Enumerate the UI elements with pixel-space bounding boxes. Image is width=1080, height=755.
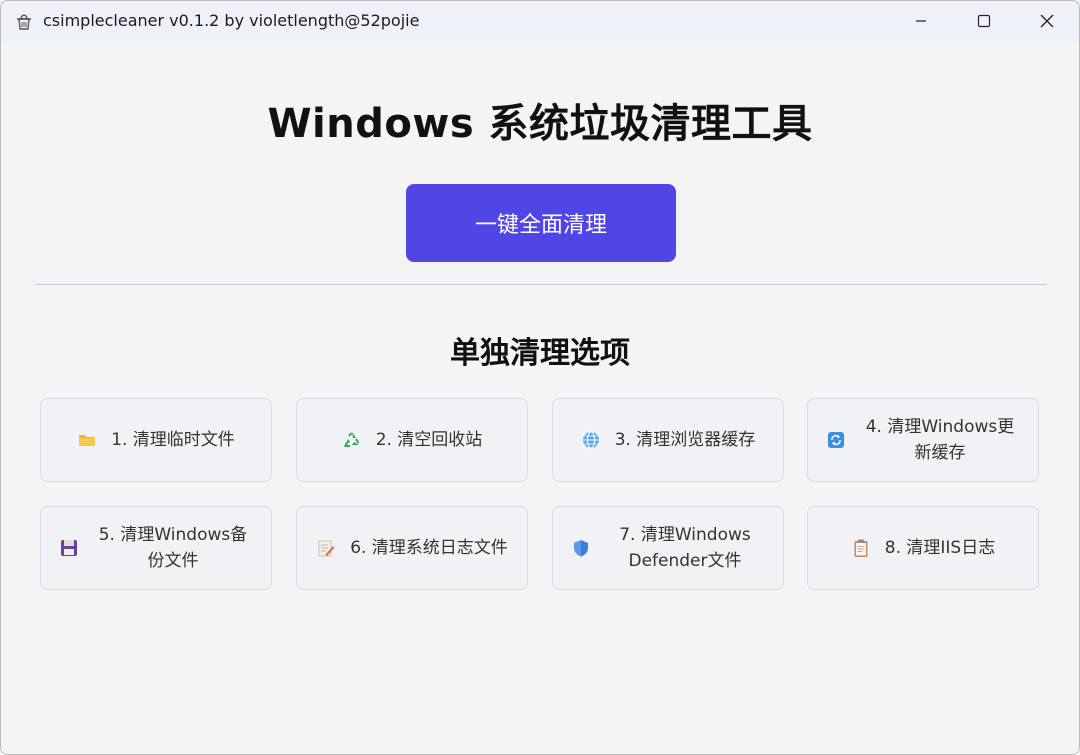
option-label: 1. 清理临时文件 xyxy=(111,430,235,450)
close-button[interactable] xyxy=(1017,1,1077,41)
option-clean-windows-defender[interactable]: 7. 清理Windows Defender文件 xyxy=(552,506,784,590)
main-content: Windows 系统垃圾清理工具 一键全面清理 单独清理选项 1. 清理临时文件 xyxy=(1,41,1079,754)
page-title: Windows 系统垃圾清理工具 xyxy=(267,101,813,147)
option-empty-recycle-bin[interactable]: 2. 清空回收站 xyxy=(296,398,528,482)
option-label: 2. 清空回收站 xyxy=(375,430,483,450)
option-label: 8. 清理IIS日志 xyxy=(884,538,996,558)
minimize-icon xyxy=(916,20,926,22)
recycle-icon xyxy=(342,430,362,450)
section-title: 单独清理选项 xyxy=(450,336,630,371)
window-title: csimplecleaner v0.1.2 by violetlength@52… xyxy=(43,11,420,30)
folder-icon xyxy=(77,430,97,450)
option-clean-temp-files[interactable]: 1. 清理临时文件 xyxy=(40,398,272,482)
option-clean-iis-logs[interactable]: 8. 清理IIS日志 xyxy=(807,506,1039,590)
divider xyxy=(35,284,1047,285)
memo-icon xyxy=(316,538,336,558)
maximize-icon xyxy=(977,14,991,28)
close-icon xyxy=(1040,14,1054,28)
minimize-button[interactable] xyxy=(891,1,951,41)
update-icon xyxy=(826,430,846,450)
title-bar[interactable]: csimplecleaner v0.1.2 by violetlength@52… xyxy=(1,1,1079,41)
broom-basket-icon xyxy=(13,10,35,32)
option-clean-browser-cache[interactable]: 3. 清理浏览器缓存 xyxy=(552,398,784,482)
one-click-clean-button[interactable]: 一键全面清理 xyxy=(406,184,676,262)
option-clean-windows-update-cache[interactable]: 4. 清理Windows更新缓存 xyxy=(807,398,1039,482)
option-clean-system-logs[interactable]: 6. 清理系统日志文件 xyxy=(296,506,528,590)
clipboard-icon xyxy=(851,538,871,558)
option-label: 7. 清理Windows Defender文件 xyxy=(619,525,751,571)
shield-icon xyxy=(571,538,591,558)
app-window: csimplecleaner v0.1.2 by violetlength@52… xyxy=(0,0,1080,755)
maximize-button[interactable] xyxy=(954,1,1014,41)
option-label: 5. 清理Windows备份文件 xyxy=(98,525,248,571)
globe-icon xyxy=(581,430,601,450)
option-label: 4. 清理Windows更新缓存 xyxy=(865,417,1015,463)
option-label: 6. 清理系统日志文件 xyxy=(350,538,508,558)
option-label: 3. 清理浏览器缓存 xyxy=(614,430,756,450)
floppy-disk-icon xyxy=(59,538,79,558)
option-clean-windows-backup[interactable]: 5. 清理Windows备份文件 xyxy=(40,506,272,590)
